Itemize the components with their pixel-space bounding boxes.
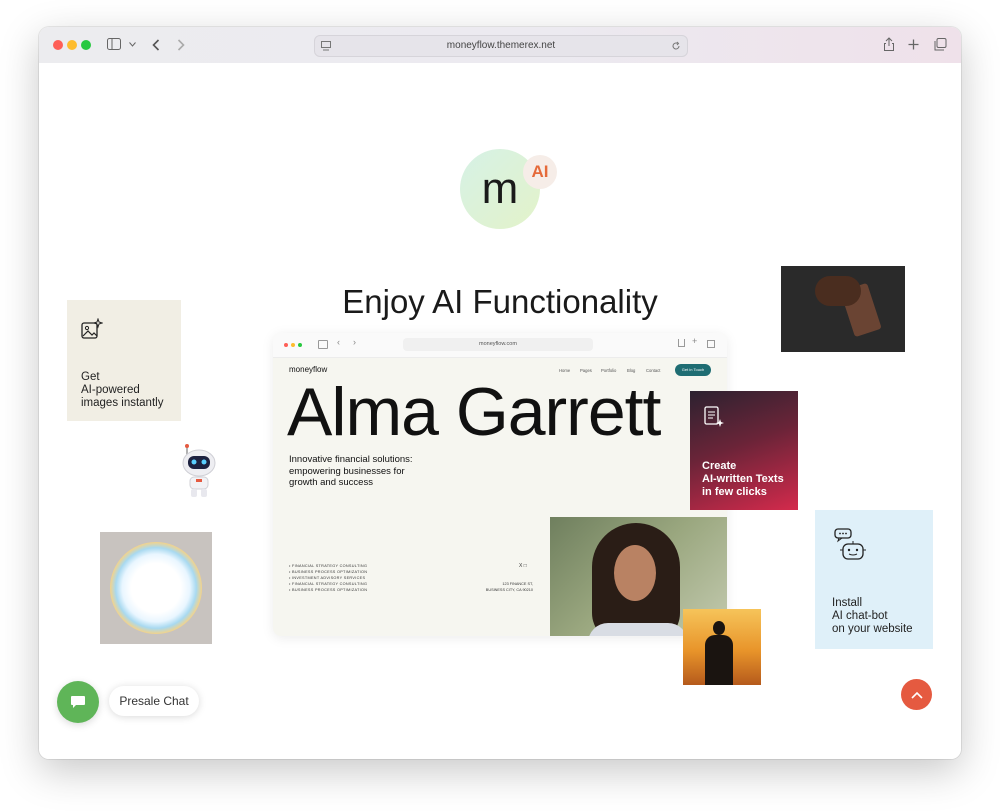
page-title: Enjoy AI Functionality bbox=[342, 283, 658, 320]
ai-chatbot-text: Install AI chat-bot on your website bbox=[832, 597, 913, 635]
sidebar-icon[interactable] bbox=[107, 38, 121, 50]
preview-service-text: BUSINESS PROCESS OPTIMIZATION bbox=[291, 570, 368, 574]
reload-icon[interactable] bbox=[671, 41, 681, 51]
preview-browser-bar: ‹ › moneyflow.com + bbox=[273, 333, 727, 358]
preview-cta-button: Get in Touch bbox=[675, 364, 711, 376]
close-window-button[interactable] bbox=[53, 40, 63, 50]
preview-share-icon bbox=[678, 339, 685, 347]
preview-sidebar-icon bbox=[318, 340, 328, 349]
preview-address-bar: moneyflow.com bbox=[403, 338, 593, 351]
document-sparkle-icon bbox=[704, 406, 724, 427]
ai-texts-card: Create AI-written Texts in few clicks bbox=[690, 391, 798, 510]
ai-images-text: Get AI-powered images instantly bbox=[81, 371, 164, 409]
preview-service-text: BUSINESS PROCESS OPTIMIZATION bbox=[291, 588, 368, 592]
presale-chat-label[interactable]: Presale Chat bbox=[109, 686, 199, 716]
browser-toolbar: moneyflow.themerex.net bbox=[39, 27, 961, 64]
preview-service-text: INVESTMENT ADVISORY SERVICES bbox=[291, 576, 366, 580]
scroll-to-top-button[interactable] bbox=[901, 679, 932, 710]
preview-back-icon: ‹ bbox=[337, 337, 340, 347]
preview-tabs-icon bbox=[707, 340, 715, 348]
minimize-window-button[interactable] bbox=[67, 40, 77, 50]
preview-hero-name: Alma Garrett bbox=[287, 374, 661, 450]
wallet-photo bbox=[781, 266, 905, 352]
sparkle-image-icon bbox=[81, 318, 103, 339]
silhouette-body bbox=[705, 635, 733, 685]
glowing-ring-image bbox=[100, 532, 212, 644]
preview-address: 123 FINANCE ST, BUSINESS CITY, CA 90210 bbox=[485, 582, 533, 592]
back-icon[interactable] bbox=[152, 39, 160, 51]
address-text: moneyflow.themerex.net bbox=[446, 40, 556, 51]
preview-social-links: X □ bbox=[519, 563, 527, 569]
browser-window: moneyflow.themerex.net m AI Enjoy AI Fun… bbox=[39, 27, 961, 759]
reader-icon[interactable] bbox=[321, 41, 331, 51]
chatbot-icon bbox=[834, 528, 866, 560]
preview-close-dot bbox=[284, 343, 288, 347]
robot-illustration bbox=[182, 444, 216, 497]
chevron-down-icon[interactable] bbox=[129, 42, 136, 47]
silhouette-head bbox=[713, 621, 725, 635]
preview-minimize-dot bbox=[291, 343, 295, 347]
hand-shape bbox=[815, 276, 861, 306]
ai-images-card: Get AI-powered images instantly bbox=[67, 300, 181, 421]
preview-forward-icon: › bbox=[353, 337, 356, 347]
forward-icon[interactable] bbox=[177, 39, 185, 51]
presale-chat-button[interactable] bbox=[57, 681, 99, 723]
preview-service-item: • BUSINESS PROCESS OPTIMIZATION bbox=[289, 588, 368, 592]
address-bar[interactable]: moneyflow.themerex.net bbox=[314, 35, 688, 57]
preview-service-text: FINANCIAL STRATEGY CONSULTING bbox=[291, 564, 368, 568]
ai-chatbot-card: Install AI chat-bot on your website bbox=[815, 510, 933, 649]
preview-zoom-dot bbox=[298, 343, 302, 347]
preview-plus-icon: + bbox=[692, 336, 698, 346]
zoom-window-button[interactable] bbox=[81, 40, 91, 50]
page-content: m AI Enjoy AI Functionality Get AI-power… bbox=[39, 63, 961, 759]
share-icon[interactable] bbox=[883, 37, 895, 52]
website-preview: ‹ › moneyflow.com + moneyflow Home Pages… bbox=[273, 333, 727, 636]
ai-badge: AI bbox=[523, 155, 557, 189]
tabs-icon[interactable] bbox=[934, 38, 947, 51]
chevron-up-icon bbox=[911, 691, 923, 699]
plus-icon[interactable] bbox=[908, 39, 919, 50]
portrait-shirt bbox=[588, 623, 688, 636]
preview-service-text: FINANCIAL STRATEGY CONSULTING bbox=[291, 582, 368, 586]
ring-shape bbox=[110, 542, 202, 634]
portrait-face bbox=[614, 545, 656, 601]
ai-texts-text: Create AI-written Texts in few clicks bbox=[702, 460, 784, 498]
preview-url: moneyflow.com bbox=[479, 341, 517, 347]
preview-subtitle: Innovative financial solutions: empoweri… bbox=[289, 454, 413, 488]
preview-services-list: • FINANCIAL STRATEGY CONSULTING • BUSINE… bbox=[289, 563, 367, 593]
silhouette-photo bbox=[683, 609, 761, 685]
chat-bubble-icon bbox=[71, 696, 85, 708]
